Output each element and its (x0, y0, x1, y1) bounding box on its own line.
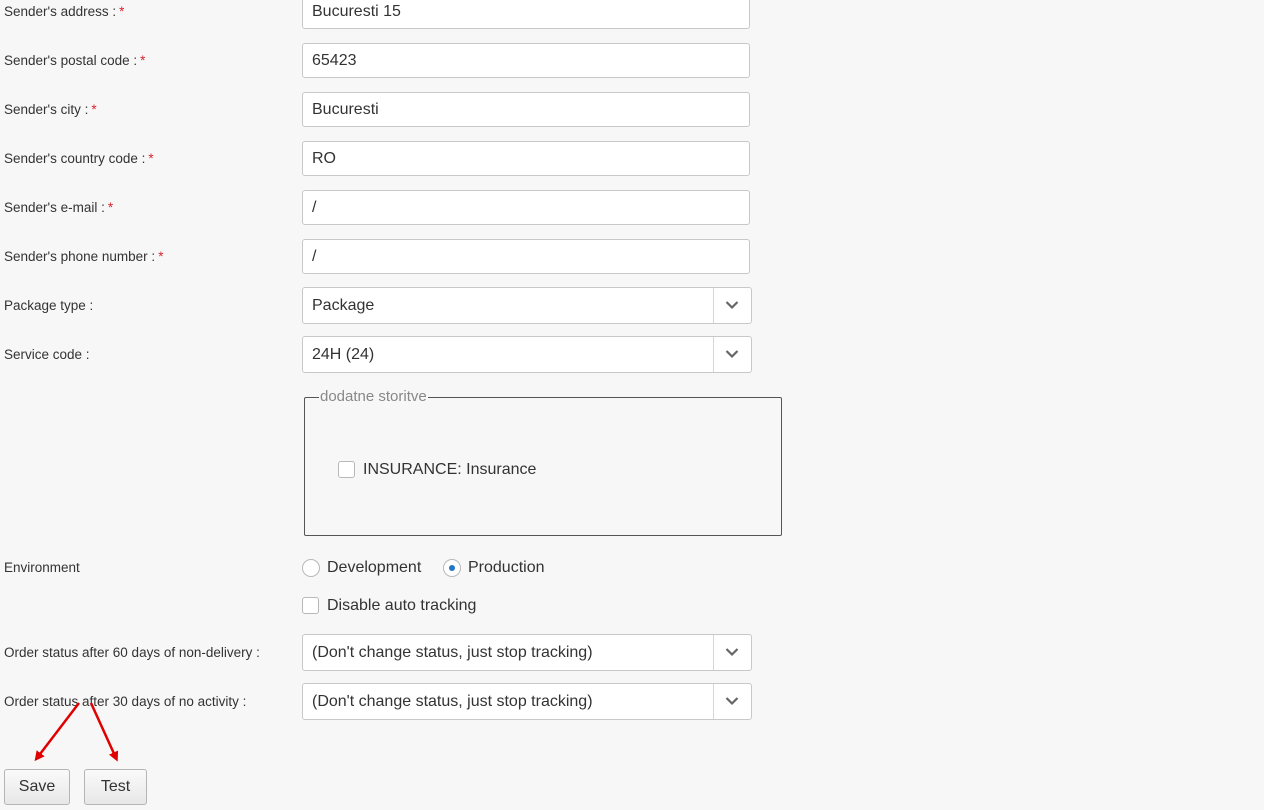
required-marker: * (148, 151, 154, 166)
status-30-days-dropdown-button[interactable] (713, 684, 751, 719)
service-code-value: 24H (24) (312, 346, 375, 363)
status-60-days-select[interactable]: (Don't change status, just stop tracking… (302, 634, 752, 671)
required-marker: * (107, 200, 114, 215)
environment-production-label: Production (468, 559, 545, 576)
chevron-down-icon (725, 301, 739, 310)
sender-phone-input[interactable] (302, 239, 750, 274)
sender-phone-label: Sender's phone number : * (4, 249, 164, 264)
package-type-label: Package type : (4, 298, 94, 313)
disable-auto-tracking-checkbox[interactable] (302, 597, 319, 614)
sender-postal-code-input[interactable] (302, 43, 750, 78)
environment-development-label: Development (327, 559, 422, 576)
status-30-days-select[interactable]: (Don't change status, just stop tracking… (302, 683, 752, 720)
sender-country-code-input[interactable] (302, 141, 750, 176)
environment-label: Environment (4, 560, 80, 575)
sender-email-label: Sender's e-mail : * (4, 200, 114, 215)
sender-country-code-label: Sender's country code : * (4, 151, 154, 166)
module-settings-form: Sender's address :* Sender's postal code… (0, 0, 1264, 810)
red-arrow-icon (89, 702, 119, 762)
status-60-days-value: (Don't change status, just stop tracking… (312, 644, 593, 661)
required-marker: * (140, 53, 146, 68)
package-type-dropdown-button[interactable] (713, 288, 751, 323)
sender-city-input[interactable] (302, 92, 750, 127)
environment-production-radio[interactable] (443, 559, 461, 577)
chevron-down-icon (725, 648, 739, 657)
service-code-dropdown-button[interactable] (713, 337, 751, 372)
disable-auto-tracking-label: Disable auto tracking (327, 597, 477, 614)
status-30-days-value: (Don't change status, just stop tracking… (312, 693, 593, 710)
required-marker: * (91, 102, 97, 117)
required-marker: * (158, 249, 164, 264)
status-60-days-dropdown-button[interactable] (713, 635, 751, 670)
status-60-days-label: Order status after 60 days of non-delive… (4, 645, 260, 660)
sender-city-label: Sender's city : * (4, 102, 97, 117)
insurance-label: INSURANCE: Insurance (363, 461, 537, 478)
package-type-value: Package (312, 297, 375, 314)
status-30-days-label: Order status after 30 days of no activit… (4, 694, 247, 709)
environment-development-radio[interactable] (302, 559, 320, 577)
red-arrow-icon (34, 702, 80, 762)
sender-postal-code-label: Sender's postal code : * (4, 53, 146, 68)
test-button[interactable]: Test (84, 769, 147, 805)
required-marker: * (119, 4, 125, 19)
chevron-down-icon (725, 350, 739, 359)
sender-address-label: Sender's address : * (4, 4, 125, 19)
chevron-down-icon (725, 697, 739, 706)
service-code-label: Service code : (4, 347, 90, 362)
save-button[interactable]: Save (4, 769, 70, 805)
sender-address-input[interactable] (302, 0, 750, 29)
extra-services-legend: dodatne storitve (319, 388, 428, 406)
package-type-select[interactable]: Package (302, 287, 752, 324)
sender-email-input[interactable] (302, 190, 750, 225)
service-code-select[interactable]: 24H (24) (302, 336, 752, 373)
insurance-checkbox[interactable] (338, 461, 355, 478)
